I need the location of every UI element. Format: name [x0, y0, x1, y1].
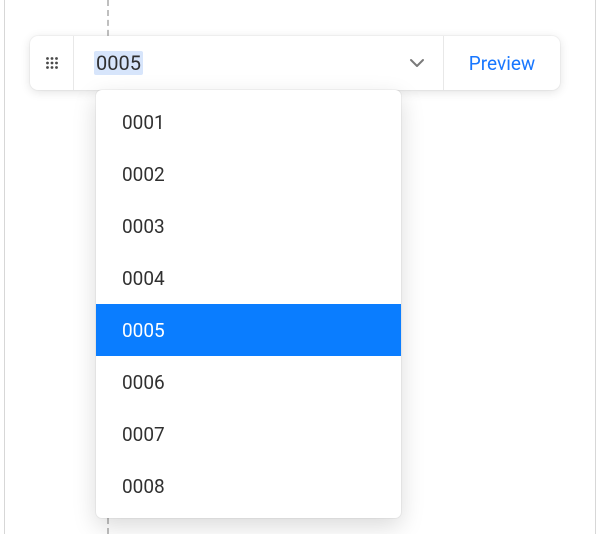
element-toolbar: 0005 Preview [30, 36, 560, 90]
drag-handle[interactable] [30, 36, 74, 90]
drag-handle-icon [45, 56, 59, 70]
dropdown-item-label: 0008 [122, 475, 165, 498]
dropdown-item[interactable]: 0007 [96, 408, 401, 460]
dropdown-item-label: 0004 [122, 267, 165, 290]
select-value: 0005 [94, 51, 143, 75]
dropdown-item[interactable]: 0001 [96, 96, 401, 148]
dropdown-item[interactable]: 0003 [96, 200, 401, 252]
dropdown-item-label: 0001 [122, 111, 165, 134]
chevron-down-icon [407, 53, 427, 73]
column-select[interactable]: 0005 [74, 36, 444, 90]
dropdown-item[interactable]: 0004 [96, 252, 401, 304]
dropdown-item-label: 0002 [122, 163, 165, 186]
dropdown-item-label: 0006 [122, 371, 165, 394]
dropdown-item-label: 0005 [122, 319, 165, 342]
dropdown-item[interactable]: 0008 [96, 460, 401, 512]
dropdown-item-label: 0003 [122, 215, 165, 238]
dropdown-item[interactable]: 0002 [96, 148, 401, 200]
preview-button[interactable]: Preview [444, 36, 560, 90]
dropdown-item[interactable]: 0006 [96, 356, 401, 408]
select-dropdown: 0001 0002 0003 0004 0005 0006 0007 0008 [96, 90, 401, 518]
dropdown-item[interactable]: 0005 [96, 304, 401, 356]
preview-label: Preview [469, 52, 535, 75]
dropdown-item-label: 0007 [122, 423, 165, 446]
